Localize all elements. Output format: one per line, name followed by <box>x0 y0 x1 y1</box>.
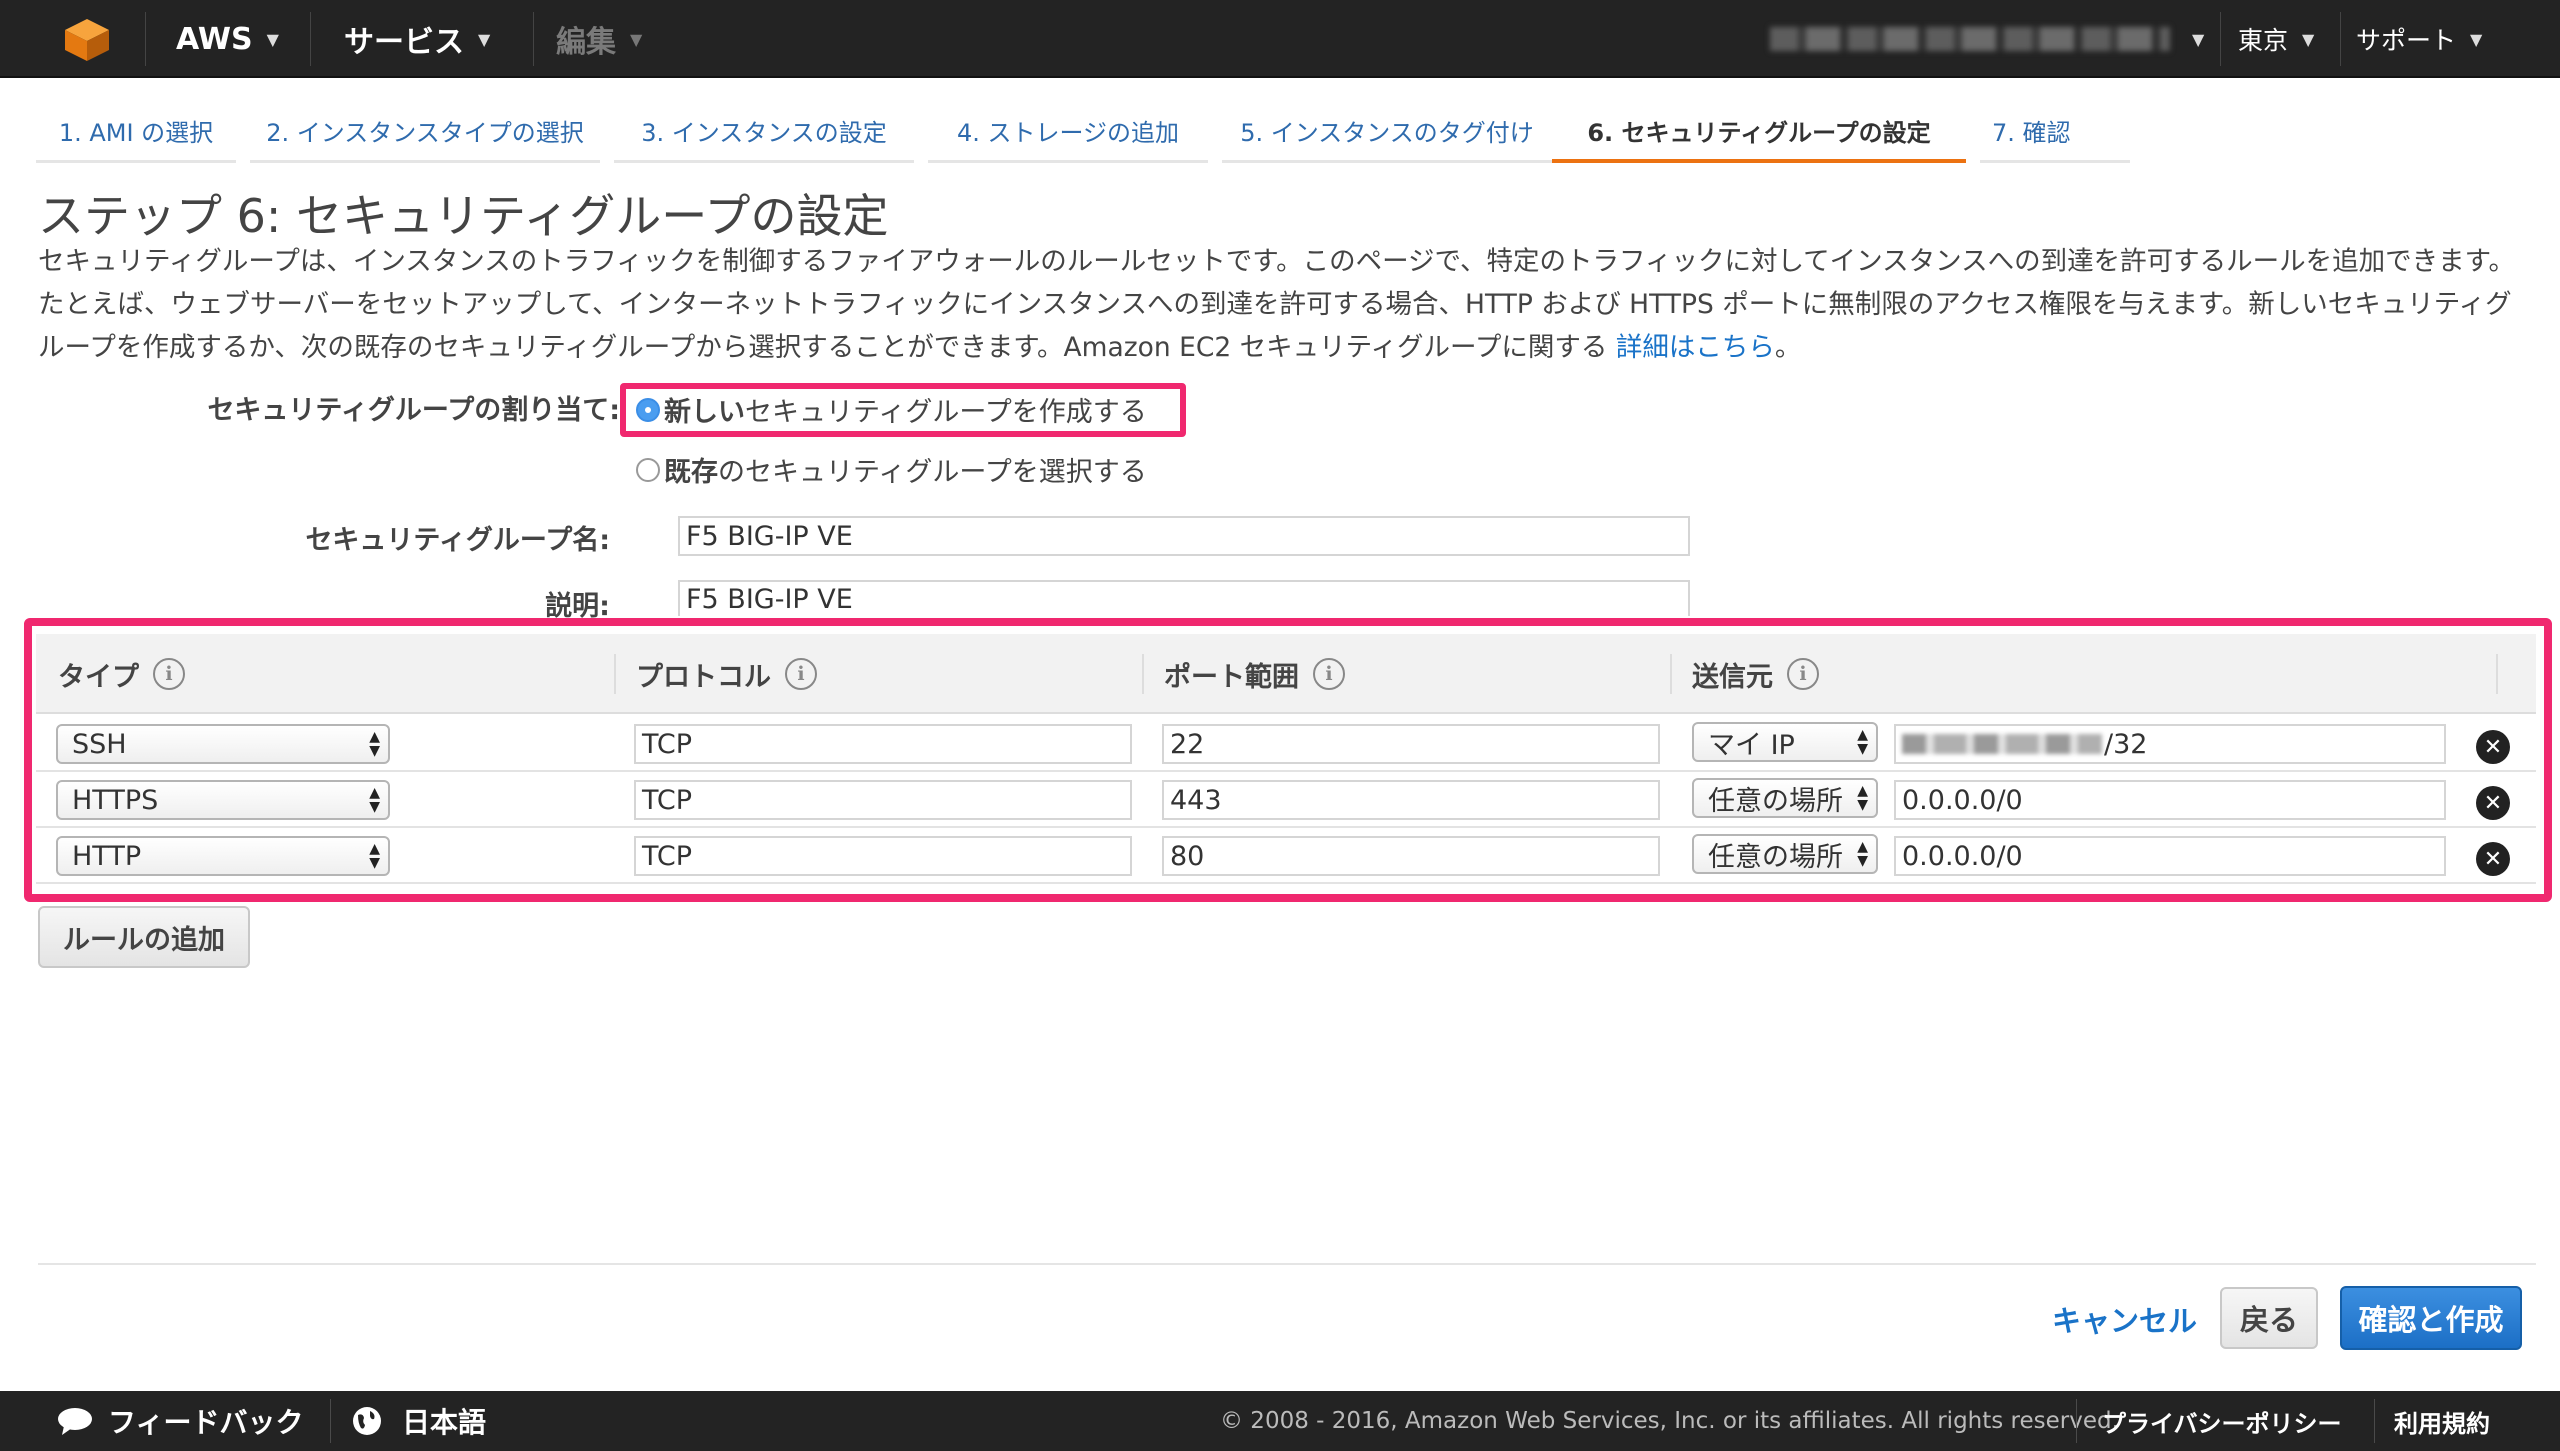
security-group-name-input[interactable]: F5 BIG-IP VE <box>678 516 1690 556</box>
region-label: 東京 <box>2238 26 2289 55</box>
tab-configure-security-group[interactable]: 6. セキュリティグループの設定 <box>1552 105 1966 163</box>
chevron-down-icon: ▼ <box>630 29 643 49</box>
page-description: セキュリティグループは、インスタンスのトラフィックを制御するファイアウォールのル… <box>38 240 2538 369</box>
feedback-label: フィードバック <box>108 1406 304 1439</box>
tab-review[interactable]: 7. 確認 <box>1980 105 2130 163</box>
review-and-launch-button[interactable]: 確認と作成 <box>2340 1286 2522 1350</box>
chevron-down-icon: ▼ <box>266 29 279 49</box>
radio-new-bold: 新しい <box>664 397 745 428</box>
feedback-link[interactable]: フィードバック <box>56 1391 303 1451</box>
support-label: サポート <box>2356 26 2457 55</box>
security-group-name-label: セキュリティグループ名: <box>305 525 610 556</box>
chevron-down-icon: ▼ <box>2192 29 2205 49</box>
tab-add-storage[interactable]: 4. ストレージの追加 <box>928 105 1208 163</box>
services-menu[interactable]: サービス ▼ <box>344 0 490 78</box>
chat-bubble-icon <box>58 1408 92 1435</box>
radio-button-selected[interactable] <box>636 397 660 422</box>
terms-of-use-link[interactable]: 利用規約 <box>2394 1391 2490 1451</box>
radio-button-unselected[interactable] <box>636 457 660 482</box>
tab-choose-instance-type[interactable]: 2. インスタンスタイプの選択 <box>250 105 600 163</box>
aws-menu[interactable]: AWS ▼ <box>176 0 279 78</box>
radio-select-existing-group[interactable]: 既存 のセキュリティグループを選択する <box>636 450 1147 489</box>
globe-icon <box>353 1407 381 1435</box>
aws-cube-icon[interactable] <box>62 17 112 63</box>
page-title: ステップ 6: セキュリティグループの設定 <box>38 189 889 243</box>
chevron-down-icon: ▼ <box>478 29 491 49</box>
copyright-text: © 2008 - 2016, Amazon Web Services, Inc.… <box>1220 1408 2119 1434</box>
chevron-down-icon: ▼ <box>2302 29 2315 49</box>
region-menu[interactable]: 東京 ▼ <box>2238 0 2314 78</box>
footer: フィードバック 日本語 © 2008 - 2016, Amazon Web Se… <box>0 1391 2560 1451</box>
description-text: セキュリティグループは、インスタンスのトラフィックを制御するファイアウォールのル… <box>38 246 2515 363</box>
services-menu-label: サービス <box>344 25 464 60</box>
language-label: 日本語 <box>402 1406 487 1439</box>
tab-choose-ami[interactable]: 1. AMI の選択 <box>36 105 236 163</box>
description-input[interactable]: F5 BIG-IP VE <box>678 580 1690 616</box>
cancel-link[interactable]: キャンセル <box>2052 1298 2197 1340</box>
divider <box>38 1263 2536 1265</box>
radio-new-label: セキュリティグループを作成する <box>745 397 1147 428</box>
tab-configure-instance[interactable]: 3. インスタンスの設定 <box>614 105 914 163</box>
aws-menu-label: AWS <box>176 21 253 57</box>
support-menu[interactable]: サポート ▼ <box>2356 0 2482 78</box>
add-rule-button[interactable]: ルールの追加 <box>38 906 250 968</box>
account-menu-caret[interactable]: ▼ <box>2178 0 2204 78</box>
privacy-policy-link[interactable]: プライバシーポリシー <box>2102 1391 2342 1451</box>
radio-existing-label: のセキュリティグループを選択する <box>718 457 1147 488</box>
highlight-rules-table <box>24 618 2552 902</box>
description-end: 。 <box>1774 332 1802 363</box>
assign-security-group-label: セキュリティグループの割り当て: <box>207 395 620 426</box>
top-navigation-bar: AWS ▼ サービス ▼ 編集 ▼ ▼ 東京 ▼ サポート ▼ <box>0 0 2560 78</box>
chevron-down-icon: ▼ <box>2470 29 2483 49</box>
edit-menu[interactable]: 編集 ▼ <box>556 0 642 78</box>
radio-existing-bold: 既存 <box>664 457 718 488</box>
account-name-redacted[interactable] <box>1770 27 2170 51</box>
edit-menu-label: 編集 <box>556 25 616 60</box>
learn-more-link[interactable]: 詳細はこちら <box>1616 332 1775 363</box>
back-button[interactable]: 戻る <box>2220 1287 2318 1349</box>
tab-add-tags[interactable]: 5. インスタンスのタグ付け <box>1222 105 1552 163</box>
language-selector[interactable]: 日本語 <box>352 1391 486 1451</box>
radio-create-new-group[interactable]: 新しい セキュリティグループを作成する <box>636 390 1147 429</box>
